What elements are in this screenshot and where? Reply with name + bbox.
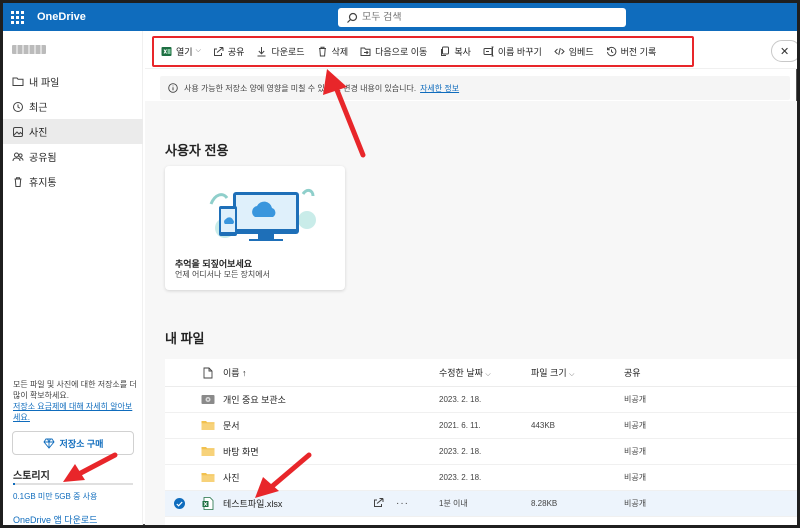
sidebar-item-recycle-bin[interactable]: 휴지통: [3, 169, 143, 194]
people-icon: [12, 151, 24, 163]
download-app-link[interactable]: OneDrive 앱 다운로드: [13, 513, 97, 525]
file-modified: 1분 이내: [439, 499, 468, 508]
folder-icon: [193, 420, 223, 431]
table-row[interactable]: 사진 2023. 2. 18. 비공개: [165, 465, 797, 491]
sidebar-item-label: 공유됨: [29, 153, 57, 164]
file-sharing: 비공개: [624, 499, 647, 508]
section-title-personal: 사용자 전용: [165, 143, 229, 158]
column-header-modified-label: 수정한 날짜: [439, 368, 483, 378]
search-input[interactable]: [362, 12, 602, 23]
top-bar: OneDrive: [3, 3, 797, 31]
command-bar-highlight-box: [152, 36, 694, 67]
chevron-down-icon: ⌵: [485, 371, 491, 378]
sidebar-item-label: 최근: [29, 103, 48, 114]
vault-icon: [193, 394, 223, 405]
file-size: 443KB: [531, 421, 556, 430]
close-icon: ✕: [780, 45, 790, 58]
info-banner: 사용 가능한 저장소 양에 영향을 미칠 수 있는 ... 변경 내용이 있습니…: [160, 76, 790, 100]
sidebar-item-photos[interactable]: 사진: [3, 119, 143, 144]
storage-usage-bar: [13, 483, 133, 485]
app-launcher-button[interactable]: [3, 3, 31, 31]
search-icon: [347, 12, 358, 23]
buy-storage-button[interactable]: 저장소 구매: [12, 431, 134, 455]
checkmark-icon[interactable]: [173, 498, 185, 509]
sidebar-item-shared[interactable]: 공유됨: [3, 144, 143, 169]
excel-file-icon: [193, 497, 223, 510]
card-subtitle: 언제 어디서나 모든 장치에서: [175, 270, 270, 279]
file-size: 8.28KB: [531, 499, 558, 508]
storage-usage-text[interactable]: 0.1GB 미만 5GB 중 사용: [13, 491, 97, 502]
table-row-selected[interactable]: 테스트파일.xlsx ··· 1분 이내 8.28KB 비공개: [165, 491, 797, 517]
file-type-header-icon[interactable]: [193, 367, 223, 379]
storage-plans-link[interactable]: 저장소 요금제에 대해 자세히 알아보세요.: [13, 401, 138, 423]
sidebar-item-recent[interactable]: 최근: [3, 94, 143, 119]
column-header-sharing[interactable]: 공유: [624, 366, 704, 379]
table-row[interactable]: 문서 2021. 6. 11. 443KB 비공개: [165, 413, 797, 439]
sidebar-nav: 내 파일 최근 사진 공유됨 휴지통: [3, 69, 143, 194]
file-sharing: 비공개: [624, 395, 647, 404]
folder-icon: [12, 76, 24, 88]
app-title[interactable]: OneDrive: [37, 11, 86, 23]
more-options-icon[interactable]: ···: [396, 498, 409, 509]
storage-usage-fill: [13, 483, 16, 485]
memories-card[interactable]: 추억을 되짚어보세요 언제 어디서나 모든 장치에서: [165, 166, 345, 290]
banner-more-info-link[interactable]: 자세한 정보: [420, 83, 459, 94]
file-sharing: 비공개: [624, 473, 647, 482]
file-name[interactable]: 바탕 화면: [223, 445, 373, 458]
file-sharing: 비공개: [624, 447, 647, 456]
table-row[interactable]: 바탕 화면 2023. 2. 18. 비공개: [165, 439, 797, 465]
file-name[interactable]: 사진: [223, 471, 373, 484]
search-box[interactable]: [338, 8, 626, 27]
column-header-name[interactable]: 이름 ↑: [223, 366, 373, 379]
column-header-modified[interactable]: 수정한 날짜 ⌵: [439, 366, 531, 379]
section-title-my-files: 내 파일: [165, 331, 205, 346]
sidebar-item-my-files[interactable]: 내 파일: [3, 69, 143, 94]
buy-storage-label: 저장소 구매: [59, 438, 104, 449]
trash-icon: [12, 176, 24, 188]
folder-icon: [193, 472, 223, 483]
info-icon: [168, 83, 178, 93]
account-name: [12, 45, 46, 54]
banner-text: 사용 가능한 저장소 양에 영향을 미칠 수 있는 ... 변경 내용이 있습니…: [184, 83, 417, 93]
table-header: 이름 ↑ 수정한 날짜 ⌵ 파일 크기 ⌵ 공유: [165, 359, 797, 387]
file-name[interactable]: 문서: [223, 419, 373, 432]
waffle-icon: [10, 10, 24, 24]
column-header-size-label: 파일 크기: [531, 368, 567, 378]
storage-note: 모든 파일 및 사진에 대한 저장소를 더 많이 확보하세요.: [13, 380, 137, 400]
app-window: OneDrive 내 파일 최근 사진 공유됨: [0, 0, 800, 528]
row-actions-cell: ···: [373, 497, 439, 511]
file-sharing: 비공개: [624, 421, 647, 430]
sidebar-item-label: 휴지통: [29, 178, 57, 189]
file-name[interactable]: 테스트파일.xlsx: [223, 497, 373, 510]
clock-icon: [12, 101, 24, 113]
close-selection-button[interactable]: ✕: [771, 40, 797, 62]
storage-title: 스토리지: [13, 471, 50, 482]
photo-icon: [12, 126, 24, 138]
row-check-cell[interactable]: [165, 498, 193, 509]
table-row[interactable]: 개인 중요 보관소 2023. 2. 18. 비공개: [165, 387, 797, 413]
column-header-size[interactable]: 파일 크기 ⌵: [531, 366, 624, 379]
share-icon[interactable]: [373, 497, 384, 511]
file-modified: 2021. 6. 11.: [439, 421, 481, 430]
devices-illustration-icon: [209, 188, 316, 241]
diamond-icon: [42, 438, 55, 449]
folder-icon: [193, 446, 223, 457]
sidebar: 내 파일 최근 사진 공유됨 휴지통 모든 파일 및 사진에 대한 저장소를 더…: [3, 31, 143, 525]
file-modified: 2023. 2. 18.: [439, 473, 482, 482]
file-modified: 2023. 2. 18.: [439, 395, 482, 404]
file-table: 이름 ↑ 수정한 날짜 ⌵ 파일 크기 ⌵ 공유 개인 중요 보관소 2023.…: [165, 359, 797, 525]
sidebar-item-label: 내 파일: [29, 78, 60, 89]
sidebar-item-label: 사진: [29, 128, 48, 139]
chevron-down-icon: ⌵: [569, 371, 575, 378]
file-modified: 2023. 2. 18.: [439, 447, 482, 456]
file-name[interactable]: 개인 중요 보관소: [223, 393, 373, 406]
